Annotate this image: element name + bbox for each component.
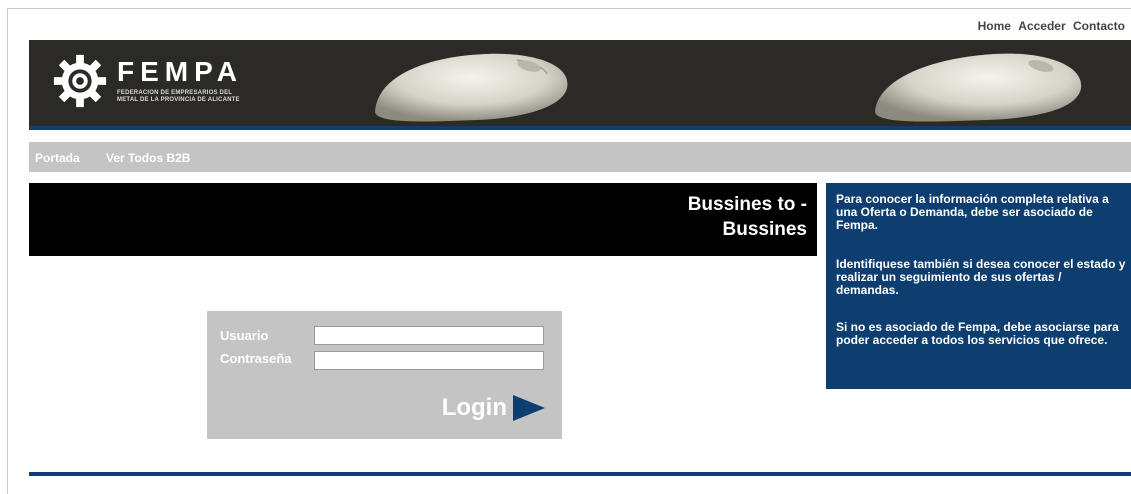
nav-acceder-link[interactable]: Acceder: [1018, 19, 1065, 33]
password-label: Contraseña: [220, 351, 292, 366]
nav-contacto-link[interactable]: Contacto: [1073, 19, 1125, 33]
footer-bar: [29, 472, 1131, 476]
username-input[interactable]: [314, 326, 544, 345]
page-title: Bussines to - Bussines: [687, 194, 807, 240]
menu-ver-todos-link[interactable]: Ver Todos B2B: [106, 151, 190, 165]
password-input[interactable]: [314, 351, 544, 370]
username-label: Usuario: [220, 328, 269, 343]
gear-logo-icon: [53, 54, 107, 108]
computer-mouse-image: [375, 53, 568, 122]
info-paragraph-3: Si no es asociado de Fempa, debe asociar…: [836, 320, 1119, 347]
info-paragraph-2: Identifiquese también si desea conocer e…: [836, 257, 1126, 297]
login-form: Usuario Contraseña Login: [207, 311, 562, 439]
nav-home-link[interactable]: Home: [978, 19, 1011, 33]
header-banner: FEMPA FEDERACION DE EMPRESARIOS DEL META…: [29, 40, 1131, 126]
logo-title: FEMPA: [117, 56, 243, 87]
top-navigation: Home Acceder Contacto: [978, 19, 1125, 33]
menu-portada-link[interactable]: Portada: [35, 151, 80, 165]
login-button-label: Login: [441, 394, 507, 421]
main-menu: Portada Ver Todos B2B: [29, 142, 1131, 172]
info-paragraph-1: Para conocer la información completa rel…: [836, 192, 1109, 232]
login-button[interactable]: Login: [442, 393, 547, 423]
info-panel: Para conocer la información completa rel…: [826, 183, 1131, 389]
logo-subtitle: FEDERACION DE EMPRESARIOS DEL METAL DE L…: [117, 90, 240, 103]
computer-mouse-image-2: [875, 53, 1082, 122]
fempa-logo[interactable]: FEMPA FEDERACION DE EMPRESARIOS DEL META…: [51, 52, 257, 110]
banner-underline: [29, 126, 1131, 130]
page-title-box: Bussines to - Bussines: [29, 183, 817, 256]
arrow-right-icon: [513, 395, 545, 421]
